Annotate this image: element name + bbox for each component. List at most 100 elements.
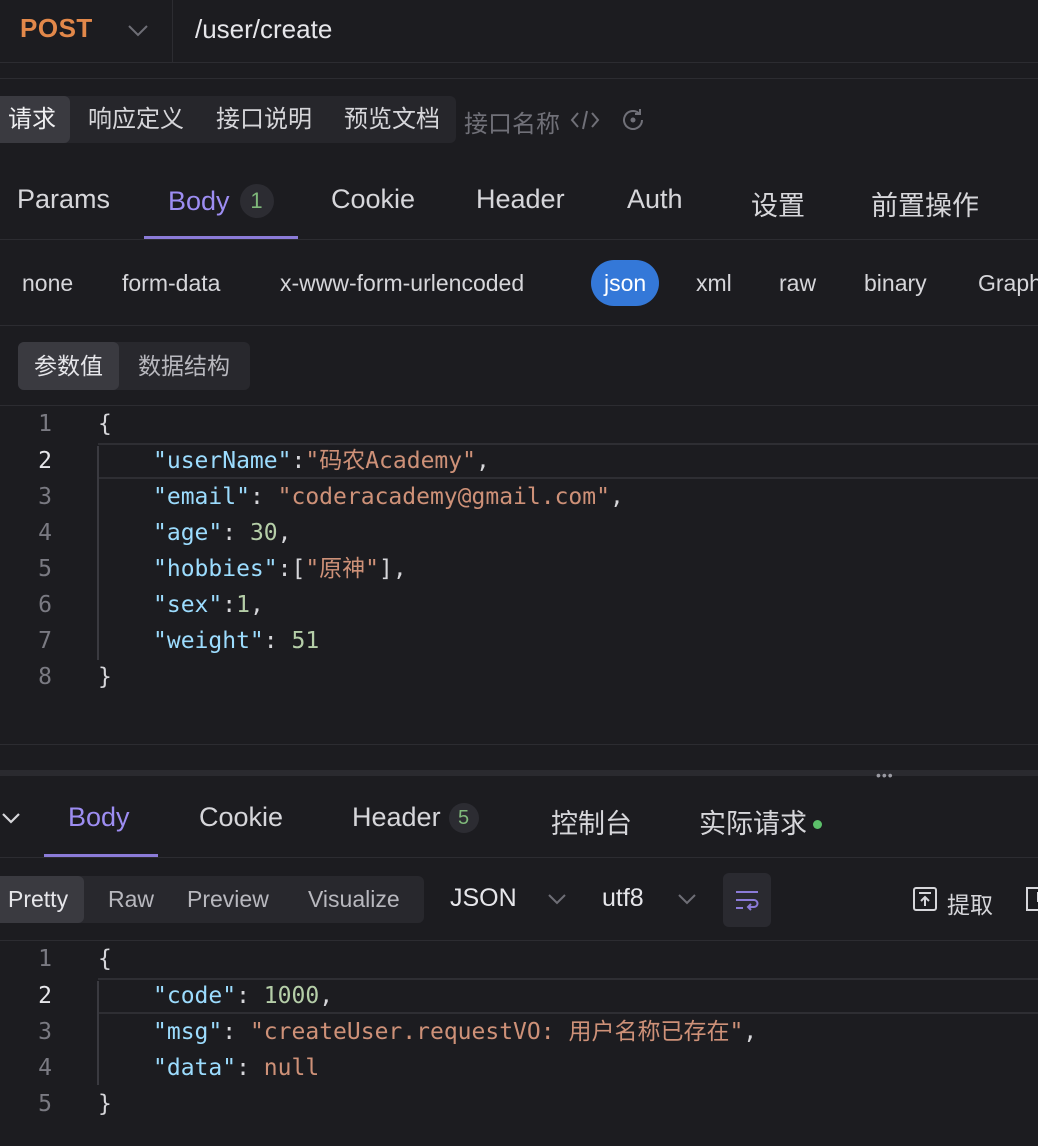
count-badge: 5 xyxy=(448,803,479,833)
response-body-viewer[interactable]: 1 { 2 "code": 1000, 3 "msg": "createUser.re… xyxy=(0,941,1038,1131)
code-text: } xyxy=(98,1091,112,1117)
json-key: "userName" xyxy=(153,448,292,474)
extract-icon[interactable] xyxy=(912,886,938,912)
line-number: 5 xyxy=(38,1091,52,1117)
body-type-xml[interactable]: xml xyxy=(696,270,732,297)
word-wrap-button[interactable] xyxy=(723,873,771,927)
json-value: 30 xyxy=(249,520,278,546)
request-section-tabs: 请求 响应定义 接口说明 预览文档 xyxy=(0,96,456,143)
json-sep: : xyxy=(249,484,278,510)
json-sep: : xyxy=(236,1055,264,1081)
body-type-urlencoded[interactable]: x-www-form-urlencoded xyxy=(280,270,524,297)
count-badge: 1 xyxy=(239,184,274,218)
url-input[interactable]: /user/create xyxy=(195,14,332,45)
chevron-down-icon[interactable] xyxy=(676,888,698,910)
body-type-none[interactable]: none xyxy=(22,270,73,297)
code-text: } xyxy=(98,664,112,690)
json-sep: :[ xyxy=(277,556,306,582)
api-name-input[interactable]: 接口名称 xyxy=(464,104,560,139)
divider xyxy=(172,0,173,62)
json-value: 51 xyxy=(291,628,320,654)
tab-auth[interactable]: Auth xyxy=(627,184,683,215)
response-tab-cookie[interactable]: Cookie xyxy=(199,802,283,833)
code-line: "hobbies":["原神"], xyxy=(153,551,407,587)
json-value: "码农Academy" xyxy=(305,448,476,474)
chevron-down-icon[interactable] xyxy=(0,806,24,830)
drag-handle-icon[interactable]: ••• xyxy=(876,767,894,783)
json-sep: : xyxy=(291,448,306,474)
line-number: 8 xyxy=(38,664,52,690)
json-sep: : xyxy=(222,520,250,546)
tab-body[interactable]: Body 1 xyxy=(168,184,274,218)
tab-request[interactable]: 请求 xyxy=(0,96,70,143)
view-pretty[interactable]: Pretty xyxy=(0,876,85,923)
json-key: "email" xyxy=(153,484,250,510)
view-preview[interactable]: Preview xyxy=(187,876,269,923)
json-tail: , xyxy=(277,520,292,546)
code-line: "sex":1, xyxy=(153,587,264,623)
divider xyxy=(0,857,1038,858)
line-number: 2 xyxy=(38,448,52,474)
divider xyxy=(0,325,1038,326)
request-body-editor[interactable]: 1{ 2 "userName":"码农Academy", 3 "email": "c… xyxy=(0,406,1038,706)
json-value: null xyxy=(263,1055,320,1081)
response-view-toggle: Pretty Raw Preview Visualize xyxy=(0,876,424,923)
refresh-icon[interactable] xyxy=(619,106,647,134)
encoding-select[interactable]: utf8 xyxy=(602,884,644,913)
code-icon[interactable] xyxy=(570,106,600,134)
body-type-form-data[interactable]: form-data xyxy=(122,270,220,297)
response-tab-actual-request[interactable]: 实际请求 xyxy=(699,802,822,841)
tab-header[interactable]: Header xyxy=(476,184,565,215)
tab-params[interactable]: Params xyxy=(17,184,110,215)
response-tab-header[interactable]: Header 5 xyxy=(352,802,479,833)
tab-response-definition[interactable]: 响应定义 xyxy=(88,96,184,143)
chevron-down-icon[interactable] xyxy=(546,888,568,910)
body-type-graphql[interactable]: Graph xyxy=(978,270,1038,297)
line-number: 3 xyxy=(38,484,52,510)
line-number: 4 xyxy=(38,520,52,546)
code-line: "userName":"码农Academy", xyxy=(153,443,490,479)
body-type-raw[interactable]: raw xyxy=(779,270,816,297)
divider xyxy=(0,62,1038,63)
tab-preview-doc[interactable]: 预览文档 xyxy=(344,96,440,143)
code-text: { xyxy=(98,411,112,437)
format-select[interactable]: JSON xyxy=(450,884,517,913)
response-tab-console[interactable]: 控制台 xyxy=(551,802,632,841)
seg-param-values[interactable]: 参数值 xyxy=(18,342,119,390)
line-number: 2 xyxy=(38,983,52,1009)
line-number: 4 xyxy=(38,1055,52,1081)
tab-pre-operations[interactable]: 前置操作 xyxy=(871,184,979,223)
json-key: "hobbies" xyxy=(153,556,278,582)
json-value: "原神" xyxy=(305,556,380,582)
code-line: "age": 30, xyxy=(153,515,292,551)
json-tail: , xyxy=(609,484,624,510)
seg-data-structure[interactable]: 数据结构 xyxy=(138,342,230,390)
wrap-icon xyxy=(736,891,759,911)
view-visualize[interactable]: Visualize xyxy=(308,876,400,923)
json-sep: : xyxy=(222,592,237,618)
code-line: "weight": 51 xyxy=(153,623,319,659)
chevron-down-icon[interactable] xyxy=(124,12,152,48)
tab-settings[interactable]: 设置 xyxy=(751,184,805,223)
tab-api-description[interactable]: 接口说明 xyxy=(216,96,312,143)
code-line: "email": "coderacademy@gmail.com", xyxy=(153,479,624,515)
json-key: "age" xyxy=(153,520,223,546)
body-type-json[interactable]: json xyxy=(591,260,660,306)
json-sep: : xyxy=(236,983,264,1009)
save-icon[interactable] xyxy=(1025,886,1038,912)
json-tail: , xyxy=(475,448,490,474)
status-dot-icon xyxy=(813,820,822,829)
json-key: "weight" xyxy=(153,628,264,654)
line-number: 6 xyxy=(38,592,52,618)
tab-cookie[interactable]: Cookie xyxy=(331,184,415,215)
divider xyxy=(0,744,1038,745)
json-value: 1 xyxy=(236,592,250,618)
body-type-binary[interactable]: binary xyxy=(864,270,927,297)
response-tab-body[interactable]: Body xyxy=(68,802,130,833)
method-select[interactable]: POST xyxy=(20,13,93,44)
json-key: "sex" xyxy=(153,592,223,618)
body-view-toggle: 参数值 数据结构 xyxy=(18,342,250,390)
extract-button[interactable]: 提取 xyxy=(947,886,993,920)
view-raw[interactable]: Raw xyxy=(108,876,154,923)
response-tab-actual-label: 实际请求 xyxy=(699,809,807,839)
